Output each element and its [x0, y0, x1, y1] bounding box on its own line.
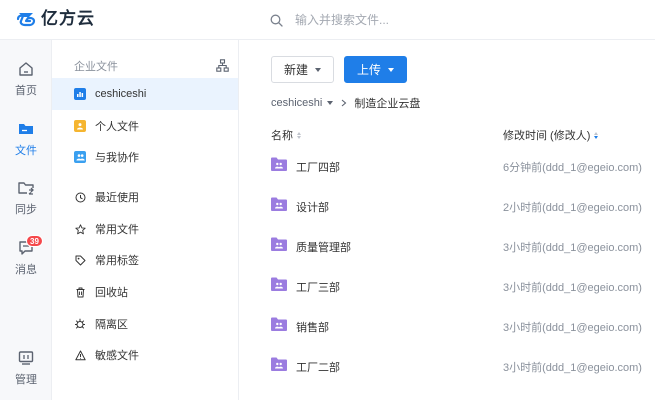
upload-button-label: 上传 — [356, 63, 381, 77]
shared-folder-icon — [271, 317, 287, 331]
modified-info: 3小时前(ddd_1@egeio.com) — [503, 322, 642, 334]
chevron-down-icon — [388, 67, 394, 72]
main-panel: 新建 上传 ceshiceshi 制造企业云盘 名称 修改时间 (修改人) 工厂… — [239, 40, 655, 400]
column-header-modified[interactable]: 修改时间 (修改人) — [503, 127, 599, 143]
nav-messages-label: 消息 — [15, 264, 37, 276]
sort-icon — [297, 131, 301, 139]
modified-info: 2小时前(ddd_1@egeio.com) — [503, 202, 642, 214]
sidebar-item-label: 常用文件 — [95, 224, 139, 236]
breadcrumb-root[interactable]: ceshiceshi — [271, 97, 322, 109]
sidebar-item-collaboration[interactable]: 与我协作 — [52, 141, 238, 173]
table-row[interactable]: 工厂四部 6分钟前(ddd_1@egeio.com) — [239, 146, 655, 186]
nav-files-label: 文件 — [15, 145, 37, 157]
modified-info: 3小时前(ddd_1@egeio.com) — [503, 362, 642, 374]
search-bar — [270, 9, 570, 31]
admin-monitor-icon — [18, 351, 34, 365]
upload-button[interactable]: 上传 — [344, 56, 407, 83]
nav-admin-label: 管理 — [15, 374, 37, 386]
nav-messages[interactable]: 39 消息 — [0, 235, 52, 289]
app-logo[interactable]: 亿方云 — [16, 9, 95, 29]
star-icon — [74, 223, 86, 235]
sidebar-item-label: 回收站 — [95, 287, 128, 299]
chevron-right-icon — [341, 99, 347, 107]
breadcrumb: ceshiceshi 制造企业云盘 — [271, 96, 420, 110]
sidebar-item-favorites[interactable]: 常用文件 — [52, 213, 238, 245]
nav-admin[interactable]: 管理 — [0, 349, 52, 399]
file-name[interactable]: 工厂三部 — [296, 279, 340, 295]
nav-home-label: 首页 — [15, 85, 37, 97]
column-header-label: 名称 — [271, 130, 293, 142]
file-name[interactable]: 设计部 — [296, 199, 329, 215]
cloud-logo-icon — [16, 13, 36, 27]
new-button[interactable]: 新建 — [271, 56, 334, 83]
enterprise-space-icon — [74, 88, 86, 100]
chevron-down-icon — [315, 67, 321, 72]
personal-files-icon — [74, 120, 86, 132]
sidebar-item-sensitive[interactable]: 敏感文件 — [52, 339, 238, 371]
chevron-down-icon[interactable] — [327, 101, 334, 105]
folder-icon — [19, 124, 33, 134]
left-nav: 首页 文件 同步 39 消息 管理 — [0, 40, 52, 400]
shared-folder-icon — [271, 197, 287, 211]
modified-info: 6分钟前(ddd_1@egeio.com) — [503, 162, 642, 174]
nav-files[interactable]: 文件 — [0, 120, 52, 170]
search-icon[interactable] — [270, 14, 283, 27]
new-button-label: 新建 — [283, 63, 308, 77]
app-name: 亿方云 — [41, 9, 95, 28]
sidebar-header: 企业文件 — [74, 61, 118, 73]
clock-icon — [74, 191, 86, 203]
sidebar-item-ceshiceshi[interactable]: ceshiceshi — [52, 78, 238, 110]
file-name[interactable]: 销售部 — [296, 319, 329, 335]
sidebar-item-personal-files[interactable]: 个人文件 — [52, 110, 238, 142]
nav-home[interactable]: 首页 — [0, 60, 52, 110]
modified-info: 3小时前(ddd_1@egeio.com) — [503, 282, 642, 294]
sidebar-item-label: 敏感文件 — [95, 350, 139, 362]
collaboration-icon — [74, 151, 86, 163]
modified-info: 3小时前(ddd_1@egeio.com) — [503, 242, 642, 254]
sync-folder-icon — [18, 182, 34, 195]
org-structure-icon[interactable] — [216, 59, 229, 72]
sidebar-item-trash[interactable]: 回收站 — [52, 276, 238, 308]
table-row[interactable]: 工厂三部 3小时前(ddd_1@egeio.com) — [239, 266, 655, 306]
breadcrumb-current: 制造企业云盘 — [354, 98, 421, 110]
sort-desc-icon — [594, 131, 599, 139]
virus-icon — [74, 318, 86, 330]
top-bar: 亿方云 — [0, 0, 655, 40]
nav-sync-label: 同步 — [15, 204, 37, 216]
shared-folder-icon — [271, 277, 287, 291]
sidebar-item-quarantine[interactable]: 隔离区 — [52, 308, 238, 340]
table-row[interactable]: 设计部 2小时前(ddd_1@egeio.com) — [239, 186, 655, 226]
sidebar-item-label: 常用标签 — [95, 255, 139, 267]
sidebar-item-tags[interactable]: 常用标签 — [52, 244, 238, 276]
nav-sync[interactable]: 同步 — [0, 179, 52, 229]
file-name[interactable]: 工厂二部 — [296, 359, 340, 375]
sidebar-item-label: 隔离区 — [95, 319, 128, 331]
sidebar-item-recent[interactable]: 最近使用 — [52, 181, 238, 213]
warning-icon — [74, 349, 86, 361]
sidebar-item-label: 与我协作 — [95, 152, 139, 164]
shared-folder-icon — [271, 157, 287, 171]
sidebar-item-label: 个人文件 — [95, 121, 139, 133]
table-row[interactable]: 销售部 3小时前(ddd_1@egeio.com) — [239, 306, 655, 346]
home-icon — [19, 62, 33, 76]
shared-folder-icon — [271, 237, 287, 251]
column-header-name[interactable]: 名称 — [271, 127, 301, 143]
file-name[interactable]: 工厂四部 — [296, 159, 340, 175]
sidebar-item-label: 最近使用 — [95, 192, 139, 204]
column-header-label: 修改时间 (修改人) — [503, 130, 591, 142]
file-sidebar: 企业文件 ceshiceshi 个人文件 与我协作 最近使用 常用文件 常用标签… — [52, 40, 239, 400]
table-row[interactable]: 质量管理部 3小时前(ddd_1@egeio.com) — [239, 226, 655, 266]
tag-icon — [74, 254, 86, 266]
file-name[interactable]: 质量管理部 — [296, 239, 351, 255]
shared-folder-icon — [271, 357, 287, 371]
table-row[interactable]: 工厂二部 3小时前(ddd_1@egeio.com) — [239, 346, 655, 386]
trash-icon — [74, 286, 86, 298]
message-count-badge: 39 — [26, 235, 43, 247]
search-input[interactable] — [295, 13, 545, 27]
sidebar-item-label: ceshiceshi — [95, 88, 147, 100]
